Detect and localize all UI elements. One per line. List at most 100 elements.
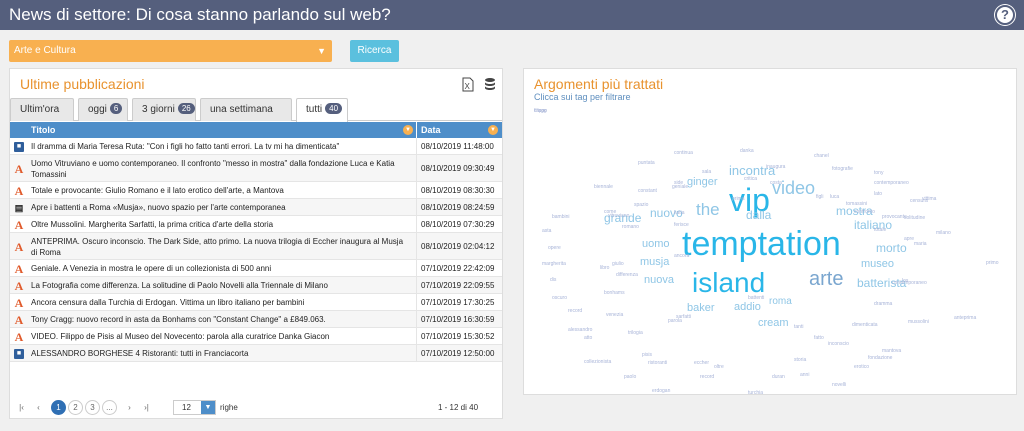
tag-temptation[interactable]: temptation <box>682 227 841 261</box>
tag-dimenticata[interactable]: dimenticata <box>852 323 878 328</box>
tag-erdogan[interactable]: erdogan <box>652 389 670 394</box>
tag-lato[interactable]: lato <box>874 192 882 197</box>
tab-una-settimana[interactable]: una settimana39 <box>200 98 292 136</box>
tag-puntata[interactable]: puntata <box>638 161 655 166</box>
tag-solitudine[interactable]: solitudine <box>904 216 925 221</box>
tag-venezia[interactable]: venezia <box>606 313 623 318</box>
tag-baker[interactable]: baker <box>687 303 715 314</box>
tag-dramma[interactable]: dramma <box>874 302 892 307</box>
tag-record[interactable]: record <box>700 375 714 380</box>
tag-contemporaneo[interactable]: contemporaneo <box>892 281 927 286</box>
tag-mantova[interactable]: mantova <box>882 349 901 354</box>
tag-danka[interactable]: danka <box>740 149 754 154</box>
table-row[interactable]: A La Fotografia come differenza. La solit… <box>10 277 502 294</box>
tag-giulio[interactable]: giulio <box>612 262 624 267</box>
tag-mussolini[interactable]: mussolini <box>908 320 929 325</box>
tag-fotografie[interactable]: fotografie <box>832 167 853 172</box>
tag-apre[interactable]: apre <box>904 237 914 242</box>
tag-morto[interactable]: morto <box>876 242 907 254</box>
tag-margherita[interactable]: margherita <box>542 262 566 267</box>
tag-continua[interactable]: continua <box>674 151 693 156</box>
first-page-icon[interactable]: |‹ <box>14 400 29 415</box>
page-button-1[interactable]: 1 <box>51 400 66 415</box>
tag-luca[interactable]: luca <box>830 195 839 200</box>
tag-sala[interactable]: sala <box>702 170 711 175</box>
tag-ristoranti[interactable]: ristoranti <box>648 361 667 366</box>
tag-record[interactable]: record <box>568 309 582 314</box>
tag-ancora[interactable]: ancora <box>674 254 689 259</box>
tag-fondazione[interactable]: fondazione <box>868 356 892 361</box>
table-row[interactable]: A Oltre Mussolini. Margherita Sarfatti, l… <box>10 216 502 233</box>
table-row[interactable]: A Totale e provocante: Giulio Romano e il… <box>10 182 502 199</box>
tag-paolo[interactable]: paolo <box>624 375 636 380</box>
tag-geniale[interactable]: geniale <box>672 185 688 190</box>
tag-cream[interactable]: cream <box>758 318 789 329</box>
help-icon[interactable]: ? <box>995 5 1015 25</box>
tag-inaugura[interactable]: inaugura <box>766 165 785 170</box>
tag-musja[interactable]: musja <box>640 257 669 268</box>
tag-pisis[interactable]: pisis <box>642 353 652 358</box>
table-row[interactable]: A Ancora censura dalla Turchia di Erdogan… <box>10 294 502 311</box>
tag-museo[interactable]: museo <box>861 259 894 270</box>
tag-chanel[interactable]: chanel <box>814 154 829 159</box>
tag-erotico[interactable]: erotico <box>854 365 869 370</box>
tag-the[interactable]: the <box>696 201 720 218</box>
tag-collezionista[interactable]: collezionista <box>584 360 611 365</box>
tag-anteprima[interactable]: anteprima <box>954 316 976 321</box>
tag-differenza[interactable]: differenza <box>616 273 638 278</box>
page-button-3[interactable]: 3 <box>85 400 100 415</box>
tag-oscuro[interactable]: oscuro <box>552 296 567 301</box>
tag-novelli[interactable]: novelli <box>832 383 846 388</box>
tag-eccher[interactable]: eccher <box>694 361 709 366</box>
tag-cragg[interactable]: cragg <box>534 109 547 114</box>
tag-storia[interactable]: storia <box>794 358 806 363</box>
tag-maria[interactable]: maria <box>914 242 927 247</box>
tag-critica[interactable]: critica <box>744 177 757 182</box>
tag-fatto[interactable]: fatto <box>814 336 824 341</box>
tag-costa[interactable]: costa <box>770 181 782 186</box>
tag-vittima[interactable]: vittima <box>922 197 936 202</box>
tag-tony[interactable]: tony <box>874 171 883 176</box>
tag-asta[interactable]: asta <box>542 229 551 234</box>
tag-biennale[interactable]: biennale <box>594 185 613 190</box>
tag-alessandro[interactable]: alessandro <box>568 328 592 333</box>
database-icon[interactable] <box>484 77 496 96</box>
prev-page-icon[interactable]: ‹ <box>31 400 46 415</box>
tag-battenti[interactable]: battenti <box>748 296 764 301</box>
tab-oggi[interactable]: oggi 6 <box>78 98 128 121</box>
tag-primo[interactable]: primo <box>986 261 999 266</box>
table-row[interactable]: ■ Il dramma di Maria Teresa Ruta: "Con i … <box>10 138 502 155</box>
sort-icon[interactable]: ▼ <box>403 125 413 135</box>
tag-libro[interactable]: libro <box>600 266 609 271</box>
tag-turchia[interactable]: turchia <box>748 391 763 396</box>
tag-ferisce[interactable]: ferisce <box>674 223 689 228</box>
table-row[interactable]: A Geniale. A Venezia in mostra le opere d… <box>10 260 502 277</box>
tag-inconscio[interactable]: inconscio <box>828 342 849 347</box>
table-row[interactable]: A Uomo Vitruviano e uomo contemporaneo. I… <box>10 155 502 182</box>
excel-export-icon[interactable]: X <box>462 77 474 96</box>
tag-confronto[interactable]: confronto <box>854 210 875 215</box>
tag-figli[interactable]: figli <box>816 195 824 200</box>
table-row[interactable]: ■ ALESSANDRO BORGHESE 4 Ristoranti: tutti… <box>10 345 502 362</box>
sort-icon[interactable]: ▼ <box>488 125 498 135</box>
tag-prima[interactable]: prima <box>732 197 745 202</box>
tag-dalla[interactable]: dalla <box>746 209 771 221</box>
tag-arte[interactable]: arte <box>809 269 843 289</box>
tag-ginger[interactable]: ginger <box>687 177 718 188</box>
page-button-2[interactable]: 2 <box>68 400 83 415</box>
column-header-title[interactable]: Titolo <box>31 125 55 135</box>
tag-contemporaneo[interactable]: contemporaneo <box>874 181 909 186</box>
tag-totale[interactable]: totale <box>874 228 886 233</box>
tag-duran[interactable]: duran <box>772 375 785 380</box>
tag-trilogia[interactable]: trilogia <box>628 331 643 336</box>
column-header-date[interactable]: Data <box>421 125 441 135</box>
tag-tanti[interactable]: tanti <box>794 325 803 330</box>
tag-atto[interactable]: atto <box>584 336 592 341</box>
tag-uomo[interactable]: uomo <box>642 239 670 250</box>
tag-milano[interactable]: milano <box>936 231 951 236</box>
table-row[interactable]: A ANTEPRIMA. Oscuro inconscio. The Dark S… <box>10 233 502 260</box>
tag-island[interactable]: island <box>692 269 765 297</box>
tag-tomassini[interactable]: tomassini <box>846 202 867 207</box>
page-button-more[interactable]: ... <box>102 400 117 415</box>
last-page-icon[interactable]: ›| <box>139 400 154 415</box>
